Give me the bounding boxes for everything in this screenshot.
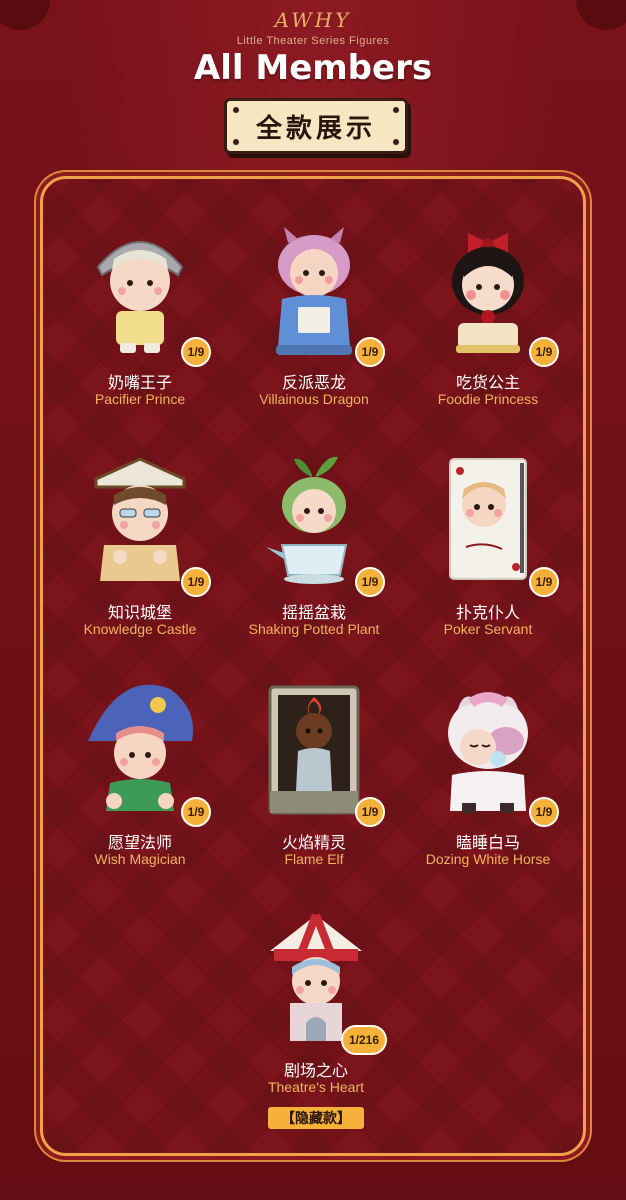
- rarity-badge: 1/9: [355, 797, 385, 827]
- member-card[interactable]: 1/9 奶嘴王子 Pacifier Prince: [55, 219, 225, 429]
- member-name-cn: 吃货公主: [455, 373, 520, 392]
- member-card[interactable]: 1/9 知识城堡 Knowledge Castle: [55, 449, 225, 659]
- member-card[interactable]: 1/9 愿望法师 Wish Magician: [55, 679, 225, 889]
- member-name-en: Pacifier Prince: [94, 391, 186, 407]
- knowledge-castle-figure: [94, 457, 186, 581]
- rarity-badge: 1/9: [181, 567, 211, 597]
- page-title: All Members: [193, 48, 433, 88]
- member-name-cn: 奶嘴王子: [107, 373, 172, 392]
- member-card[interactable]: 1/9 瞌睡白马 Dozing White Horse: [403, 679, 573, 889]
- member-card-hidden[interactable]: 1/216 剧场之心 Theatre's Heart 【隐藏款】: [231, 907, 401, 1147]
- members-panel: 1/9 奶嘴王子 Pacifier Prince 1/9 反派恶龙 Villai…: [40, 176, 586, 1156]
- member-name-cn: 扑克仆人: [455, 603, 520, 622]
- rarity-badge: 1/9: [181, 337, 211, 367]
- member-name-cn: 摇摇盆栽: [281, 603, 346, 622]
- title-badge-text: 全款展示: [255, 113, 376, 144]
- villainous-dragon-figure: [276, 227, 352, 355]
- member-name-en: Flame Elf: [284, 851, 344, 867]
- member-name-en: Theatre's Heart: [267, 1079, 365, 1095]
- rarity-badge: 1/9: [529, 797, 559, 827]
- title-badge: 全款展示: [224, 98, 408, 154]
- member-card[interactable]: 1/9 摇摇盆栽 Shaking Potted Plant: [229, 449, 399, 659]
- member-card[interactable]: 1/9 火焰精灵 Flame Elf: [229, 679, 399, 889]
- member-name-en: Foodie Princess: [437, 391, 539, 407]
- dozing-white-horse-figure: [448, 692, 528, 813]
- rarity-badge: 1/9: [355, 567, 385, 597]
- flame-elf-figure: [268, 685, 360, 815]
- member-card[interactable]: 1/9 扑克仆人 Poker Servant: [403, 449, 573, 659]
- hidden-edition-tag: 【隐藏款】: [268, 1107, 364, 1129]
- foodie-princess-figure: [452, 233, 524, 353]
- brand-logo: AWHY: [274, 8, 352, 32]
- rarity-badge: 1/9: [529, 567, 559, 597]
- rarity-badge: 1/216: [341, 1025, 387, 1055]
- shaking-potted-plant-figure: [266, 456, 348, 584]
- member-name-en: Poker Servant: [443, 621, 533, 637]
- pacifier-prince-figure: [96, 241, 184, 353]
- member-name-cn: 知识城堡: [107, 603, 172, 622]
- member-name-cn: 瞌睡白马: [455, 833, 520, 852]
- member-name-cn: 反派恶龙: [281, 373, 346, 392]
- member-name-en: Shaking Potted Plant: [248, 621, 380, 637]
- member-name-en: Knowledge Castle: [83, 621, 197, 637]
- member-name-en: Wish Magician: [94, 851, 186, 867]
- member-name-cn: 愿望法师: [107, 833, 172, 852]
- member-name-en: Villainous Dragon: [259, 391, 369, 407]
- member-name-cn: 剧场之心: [283, 1061, 348, 1080]
- rarity-badge: 1/9: [529, 337, 559, 367]
- wish-magician-figure: [88, 684, 194, 811]
- member-card[interactable]: 1/9 吃货公主 Foodie Princess: [403, 219, 573, 429]
- member-name-cn: 火焰精灵: [281, 833, 346, 852]
- member-name-en: Dozing White Horse: [425, 851, 551, 867]
- series-subtitle: Little Theater Series Figures: [236, 35, 390, 47]
- rarity-badge: 1/9: [355, 337, 385, 367]
- poker-servant-figure: [449, 458, 527, 580]
- member-card[interactable]: 1/9 反派恶龙 Villainous Dragon: [229, 219, 399, 429]
- rarity-badge: 1/9: [181, 797, 211, 827]
